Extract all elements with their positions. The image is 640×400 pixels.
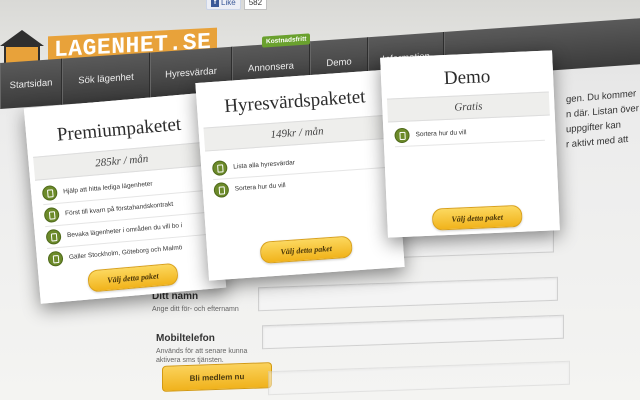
feature-text: Först till kvarn på förstahandskontrakt: [64, 200, 174, 218]
nav-item-sok-lagenhet[interactable]: Sök lägenhet: [62, 52, 150, 105]
feature-text: Sortera hur du vill: [234, 182, 286, 193]
list-icon: [43, 206, 60, 224]
list-icon: [394, 127, 410, 144]
feature-text: Lista alla hyresvärdar: [233, 159, 296, 171]
list-icon: [47, 250, 64, 267]
card-body: Demo Gratis Sortera hur du vill Välj det…: [385, 55, 555, 233]
name-hint: Ange ditt för- och efternamn: [152, 306, 239, 313]
phone-label: Mobiltelefon: [156, 333, 215, 344]
feature-text: Gäller Stockholm, Göteborg och Malmö: [68, 244, 183, 262]
facebook-like[interactable]: f Like 582: [206, 0, 276, 10]
feature-item: Sortera hur du vill: [213, 171, 388, 199]
facebook-like-button[interactable]: f Like: [206, 0, 241, 10]
nav-label: Sök lägenhet: [78, 71, 134, 87]
list-icon: [213, 182, 230, 199]
card-premium: Premiumpaketet 285kr / mån Hjälp att hit…: [23, 92, 227, 304]
facebook-icon: f: [211, 0, 219, 7]
feature-text: Hjälp att hitta lediga lägenheter: [62, 180, 153, 196]
card-demo: Demo Gratis Sortera hur du vill Välj det…: [380, 50, 560, 238]
become-member-button[interactable]: Bli medlem nu: [162, 362, 272, 392]
card-price: Gratis: [386, 91, 550, 123]
nav-label: Demo: [326, 55, 352, 69]
card-body: Hyresvärdspaketet 149kr / mån Lista alla…: [200, 74, 400, 276]
select-package-button[interactable]: Välj detta paket: [87, 262, 179, 293]
nav-label: Annonsera: [248, 59, 294, 75]
select-package-button[interactable]: Välj detta paket: [431, 204, 523, 231]
background-text: gen. Du kommer n där. Listan över uppgif…: [566, 84, 640, 153]
select-package-button[interactable]: Välj detta paket: [259, 235, 353, 264]
card-title: Hyresvärdspaketet: [223, 86, 367, 118]
card-price: 149kr / mån: [203, 114, 391, 152]
card-hyresvard: Hyresvärdspaketet 149kr / mån Lista alla…: [195, 69, 405, 281]
card-title: Demo: [443, 66, 491, 90]
list-icon: [45, 228, 62, 245]
card-body: Premiumpaketet 285kr / mån Hjälp att hit…: [29, 97, 221, 299]
list-icon: [211, 160, 228, 177]
nav-item-startsidan[interactable]: Startsidan: [0, 58, 62, 109]
nav-label: Hyresvärdar: [165, 65, 217, 80]
list-icon: [41, 184, 58, 202]
feature-text: Sortera hur du vill: [415, 129, 467, 139]
facebook-like-count: 582: [243, 0, 268, 10]
nav-label: Startsidan: [9, 76, 53, 91]
facebook-like-label: Like: [221, 0, 236, 7]
